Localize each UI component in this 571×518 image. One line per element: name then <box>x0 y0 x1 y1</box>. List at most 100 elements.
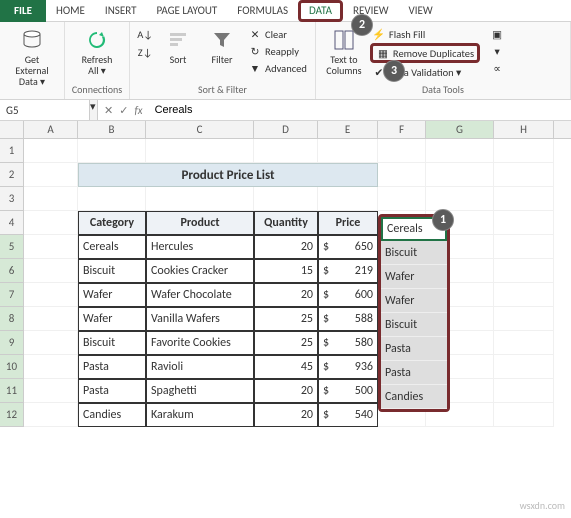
cell-F1[interactable] <box>378 139 426 163</box>
cell-C4[interactable]: Product <box>146 211 254 235</box>
cell-C5[interactable]: Hercules <box>146 235 254 259</box>
cell-H3[interactable] <box>494 187 554 211</box>
cell-H8[interactable] <box>494 307 554 331</box>
cell-E4[interactable]: Price <box>318 211 378 235</box>
row-header-3[interactable]: 3 <box>0 187 24 211</box>
cell-B5[interactable]: Cereals <box>78 235 146 259</box>
filter-button[interactable]: Filter <box>202 26 242 67</box>
sort-za-button[interactable]: Z↓ <box>136 44 154 60</box>
name-box[interactable]: G5 <box>0 100 90 120</box>
cell-B3[interactable] <box>78 187 146 211</box>
remove-duplicates-button[interactable]: ▦Remove Duplicates <box>370 43 480 63</box>
tab-formulas[interactable]: FORMULAS <box>227 0 298 22</box>
row-header-9[interactable]: 9 <box>0 331 24 355</box>
cell-C3[interactable] <box>146 187 254 211</box>
cell-A1[interactable] <box>24 139 78 163</box>
col-header-a[interactable]: A <box>24 121 78 138</box>
enter-icon[interactable]: ✓ <box>119 104 128 117</box>
cell-F6[interactable] <box>378 259 426 283</box>
cell-C9[interactable]: Favorite Cookies <box>146 331 254 355</box>
whatif-button[interactable]: ▾ <box>488 43 506 59</box>
cell-G3[interactable] <box>426 187 494 211</box>
cell-F7[interactable] <box>378 283 426 307</box>
cell-E8[interactable]: $588 <box>318 307 378 331</box>
cell-G5[interactable] <box>426 235 494 259</box>
cell-E1[interactable] <box>318 139 378 163</box>
row-header-2[interactable]: 2 <box>0 163 24 187</box>
get-external-data-button[interactable]: Get External Data ▾ <box>6 26 58 89</box>
cell-A9[interactable] <box>24 331 78 355</box>
cell-D7[interactable]: 20 <box>254 283 318 307</box>
cell-C10[interactable]: Ravioli <box>146 355 254 379</box>
flash-fill-button[interactable]: ⚡Flash Fill <box>370 26 480 42</box>
spreadsheet-grid[interactable]: A B C D E F G H 12Product Price List34Ca… <box>0 121 571 427</box>
cell-H7[interactable] <box>494 283 554 307</box>
cell-G8[interactable] <box>426 307 494 331</box>
row-header-7[interactable]: 7 <box>0 283 24 307</box>
cell-A10[interactable] <box>24 355 78 379</box>
cell-F11[interactable] <box>378 379 426 403</box>
row-header-12[interactable]: 12 <box>0 403 24 427</box>
cell-D1[interactable] <box>254 139 318 163</box>
row-header-8[interactable]: 8 <box>0 307 24 331</box>
tab-page-layout[interactable]: PAGE LAYOUT <box>146 0 227 22</box>
cell-C12[interactable]: Karakum <box>146 403 254 427</box>
tab-view[interactable]: VIEW <box>399 0 443 22</box>
cell-F3[interactable] <box>378 187 426 211</box>
cell-D3[interactable] <box>254 187 318 211</box>
cell-A3[interactable] <box>24 187 78 211</box>
tab-file[interactable]: FILE <box>0 0 46 22</box>
row-header-4[interactable]: 4 <box>0 211 24 235</box>
cell-C8[interactable]: Vanilla Wafers <box>146 307 254 331</box>
cell-D5[interactable]: 20 <box>254 235 318 259</box>
tab-insert[interactable]: INSERT <box>95 0 147 22</box>
name-box-dropdown[interactable]: ▾ <box>90 100 98 120</box>
cell-B10[interactable]: Pasta <box>78 355 146 379</box>
cell-B1[interactable] <box>78 139 146 163</box>
cell-E3[interactable] <box>318 187 378 211</box>
cell-E10[interactable]: $936 <box>318 355 378 379</box>
clear-button[interactable]: ✕Clear <box>246 26 309 42</box>
sort-button[interactable]: Sort <box>158 26 198 67</box>
cell-G10[interactable] <box>426 355 494 379</box>
tab-home[interactable]: HOME <box>46 0 95 22</box>
cell-D6[interactable]: 15 <box>254 259 318 283</box>
advanced-button[interactable]: ▼Advanced <box>246 60 309 76</box>
cell-H5[interactable] <box>494 235 554 259</box>
fx-icon[interactable]: fx <box>134 104 142 117</box>
consolidate-button[interactable]: ▣ <box>488 26 506 42</box>
cell-H2[interactable] <box>494 163 554 187</box>
cell-E6[interactable]: $219 <box>318 259 378 283</box>
cell-H9[interactable] <box>494 331 554 355</box>
cell-C11[interactable]: Spaghetti <box>146 379 254 403</box>
row-header-1[interactable]: 1 <box>0 139 24 163</box>
cell-C1[interactable] <box>146 139 254 163</box>
cell-F12[interactable] <box>378 403 426 427</box>
col-header-b[interactable]: B <box>78 121 146 138</box>
cell-B2[interactable]: Product Price List <box>78 163 378 187</box>
row-header-11[interactable]: 11 <box>0 379 24 403</box>
cell-B12[interactable]: Candies <box>78 403 146 427</box>
cell-B8[interactable]: Wafer <box>78 307 146 331</box>
cell-A2[interactable] <box>24 163 78 187</box>
cell-B7[interactable]: Wafer <box>78 283 146 307</box>
cell-C6[interactable]: Cookies Cracker <box>146 259 254 283</box>
refresh-all-button[interactable]: Refresh All ▾ <box>71 26 123 78</box>
cell-B6[interactable]: Biscuit <box>78 259 146 283</box>
cancel-icon[interactable]: ✕ <box>104 104 113 117</box>
cell-E12[interactable]: $540 <box>318 403 378 427</box>
cell-F2[interactable] <box>378 163 426 187</box>
cell-A7[interactable] <box>24 283 78 307</box>
row-header-5[interactable]: 5 <box>0 235 24 259</box>
cell-E7[interactable]: $600 <box>318 283 378 307</box>
cell-A6[interactable] <box>24 259 78 283</box>
col-header-d[interactable]: D <box>254 121 318 138</box>
row-header-6[interactable]: 6 <box>0 259 24 283</box>
cell-G6[interactable] <box>426 259 494 283</box>
cell-G11[interactable] <box>426 379 494 403</box>
cell-B9[interactable]: Biscuit <box>78 331 146 355</box>
col-header-h[interactable]: H <box>494 121 554 138</box>
cell-F10[interactable] <box>378 355 426 379</box>
cell-D9[interactable]: 25 <box>254 331 318 355</box>
cell-A11[interactable] <box>24 379 78 403</box>
